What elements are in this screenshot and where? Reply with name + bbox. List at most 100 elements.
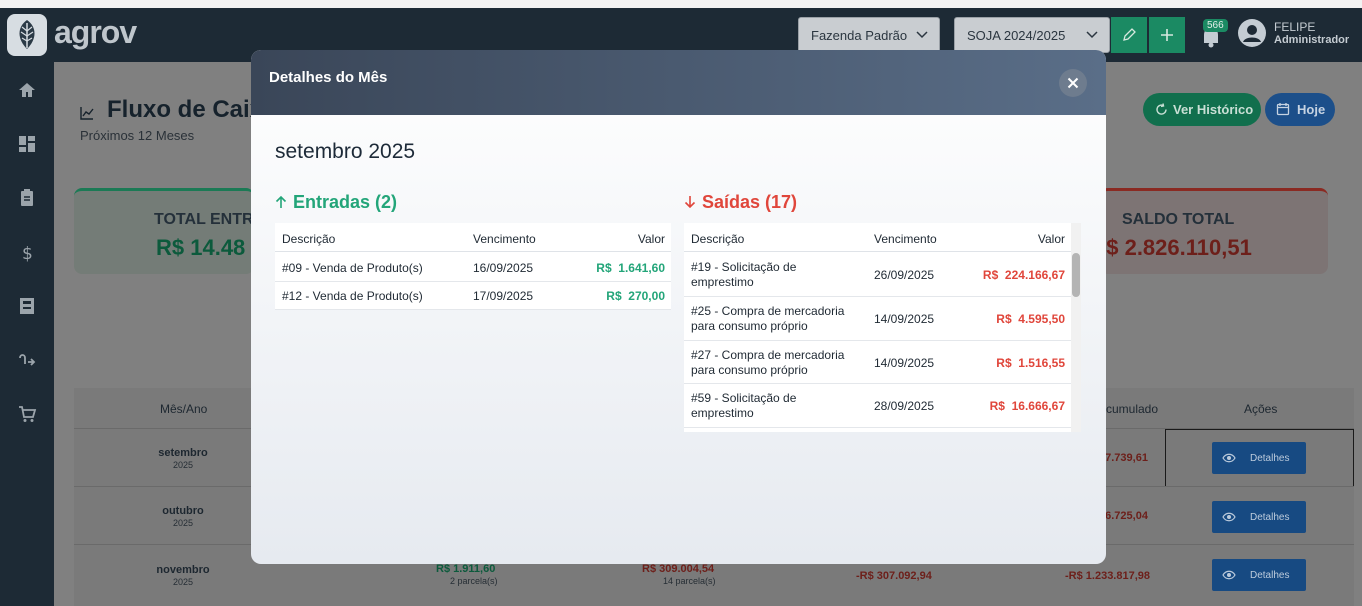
total-balance-label: SALDO TOTAL <box>1122 211 1235 228</box>
edit-season-button[interactable] <box>1111 17 1147 53</box>
user-role: Administrador <box>1274 34 1350 46</box>
notification-badge: 566 <box>1203 19 1228 32</box>
income-description: #09 - Venda de Produto(s) <box>282 261 423 275</box>
farm-select[interactable]: Fazenda Padrão <box>798 17 940 53</box>
table-row[interactable]: #09 - Venda de Produto(s) 16/09/2025 R$ … <box>275 253 671 282</box>
browser-top-strip <box>0 0 1362 8</box>
th-actions: Ações <box>1244 402 1278 416</box>
arrow-up-icon <box>275 195 287 208</box>
clipboard-icon[interactable] <box>17 188 37 208</box>
row-accumulated: 26.725,04 <box>1099 510 1148 522</box>
row-year: 2025 <box>172 518 194 528</box>
row-month: novembro <box>156 564 210 576</box>
table-row[interactable]: #25 - Compra de mercadoria para consumo … <box>684 297 1071 341</box>
cart-icon[interactable] <box>17 404 37 424</box>
details-button-label: Detalhes <box>1250 569 1290 581</box>
add-season-button[interactable] <box>1149 17 1185 53</box>
season-select[interactable]: SOJA 2024/2025 <box>954 17 1110 53</box>
home-icon[interactable] <box>17 80 37 100</box>
details-button-label: Detalhes <box>1250 452 1290 464</box>
table-row[interactable]: #19 - Solicitação de emprestimo 26/09/20… <box>684 253 1071 297</box>
details-button[interactable]: Detalhes <box>1212 442 1306 474</box>
expense-table-header: Descrição Vencimento Valor <box>684 223 1071 252</box>
page-subtitle: Próximos 12 Meses <box>80 128 195 143</box>
modal-title: Detalhes do Mês <box>269 69 388 86</box>
expense-due-date: 14/09/2025 <box>874 312 935 326</box>
income-section-title: Entradas (2) <box>275 192 397 213</box>
chevron-down-icon <box>916 31 928 39</box>
total-income-card: TOTAL ENTR R$ 14.48 <box>74 188 254 274</box>
total-income-value: R$ 14.48 <box>156 235 246 260</box>
income-section-label: Entradas (2) <box>293 192 398 212</box>
row-expense-installments: 14 parcela(s) <box>663 576 716 586</box>
row-income: R$ 1.911,60 <box>436 563 496 575</box>
eye-icon <box>1222 453 1236 463</box>
history-button-label: Ver Histórico <box>1173 102 1254 117</box>
expense-th-due: Vencimento <box>874 232 937 246</box>
income-th-description: Descrição <box>282 232 336 246</box>
income-th-due: Vencimento <box>473 232 536 246</box>
today-button[interactable]: Hoje <box>1265 93 1335 126</box>
month-details-modal: Detalhes do Mês setembro 2025 Entradas (… <box>251 50 1106 564</box>
table-row[interactable]: #27 - Compra de mercadoria para consumo … <box>684 341 1071 384</box>
transfer-icon[interactable] <box>17 350 37 370</box>
expense-description-cont: para consumo próprio <box>691 319 808 333</box>
expense-description-cont: emprestimo <box>691 275 754 289</box>
expense-description: #27 - Compra de mercadoria <box>691 348 845 362</box>
expense-description: #59 - Solicitação de <box>691 391 797 405</box>
today-button-label: Hoje <box>1297 102 1326 117</box>
arrow-down-icon <box>684 196 696 209</box>
details-button[interactable]: Detalhes <box>1212 559 1306 591</box>
row-month: setembro <box>158 447 208 459</box>
logo-icon[interactable] <box>7 14 47 56</box>
expense-due-date: 14/09/2025 <box>874 356 935 370</box>
user-name: FELIPE <box>1274 20 1316 34</box>
eye-icon <box>1222 570 1236 580</box>
row-year: 2025 <box>172 577 194 587</box>
chevron-down-icon <box>1086 31 1098 39</box>
expense-description-cont: emprestimo <box>691 406 754 420</box>
income-due-date: 17/09/2025 <box>473 289 534 303</box>
row-income-installments: 2 parcela(s) <box>450 576 498 586</box>
table-row[interactable]: #59 - Solicitação de emprestimo 28/09/20… <box>684 384 1071 428</box>
refresh-icon <box>1156 103 1167 115</box>
user-avatar-icon[interactable] <box>1238 19 1266 47</box>
row-accumulated: 17.739,61 <box>1099 452 1148 464</box>
expense-value: R$ 16.666,67 <box>989 399 1065 413</box>
modal-close-button[interactable] <box>1059 69 1087 97</box>
details-button[interactable]: Detalhes <box>1212 501 1306 533</box>
dashboard-icon[interactable] <box>17 134 37 154</box>
expense-description: #25 - Compra de mercadoria <box>691 304 845 318</box>
season-select-value: SOJA 2024/2025 <box>967 27 1066 43</box>
register-icon[interactable] <box>17 296 37 316</box>
expense-value: R$ 4.595,50 <box>996 312 1065 326</box>
history-button[interactable]: Ver Histórico <box>1143 93 1261 126</box>
expense-due-date: 26/09/2025 <box>874 268 935 282</box>
income-th-value: Valor <box>637 232 665 246</box>
expense-section-label: Saídas (17) <box>702 192 798 212</box>
details-button-label: Detalhes <box>1250 511 1290 523</box>
modal-month-title: setembro 2025 <box>275 140 416 163</box>
calendar-icon <box>1276 103 1290 116</box>
table-row[interactable]: #12 - Venda de Produto(s) 17/09/2025 R$ … <box>275 282 671 310</box>
expense-due-date: 28/09/2025 <box>874 399 935 413</box>
expense-table[interactable]: Descrição Vencimento Valor #19 - Solicit… <box>684 223 1071 432</box>
income-value: R$ 270,00 <box>606 289 665 303</box>
row-expense: R$ 309.004,54 <box>642 563 715 575</box>
expense-description-cont: para consumo próprio <box>691 363 808 377</box>
app-logo-text: agrov <box>54 14 137 50</box>
row-balance: -R$ 307.092,94 <box>856 570 932 582</box>
plus-icon <box>1161 29 1173 41</box>
th-month: Mês/Ano <box>160 402 208 416</box>
dollar-icon[interactable]: $ <box>17 242 37 262</box>
eye-icon <box>1222 512 1236 522</box>
sidebar: $ <box>0 62 54 606</box>
farm-select-value: Fazenda Padrão <box>811 27 908 43</box>
total-income-label: TOTAL ENTR <box>154 211 254 228</box>
total-balance-card: SALDO TOTAL 2$ 2.826.110,51 <box>1094 188 1328 274</box>
total-balance-value: 2$ 2.826.110,51 <box>1094 235 1252 260</box>
expense-scrollbar-thumb[interactable] <box>1072 253 1080 297</box>
expense-th-value: Valor <box>1037 232 1065 246</box>
expense-description: #19 - Solicitação de <box>691 260 797 274</box>
row-month: outubro <box>162 505 204 517</box>
